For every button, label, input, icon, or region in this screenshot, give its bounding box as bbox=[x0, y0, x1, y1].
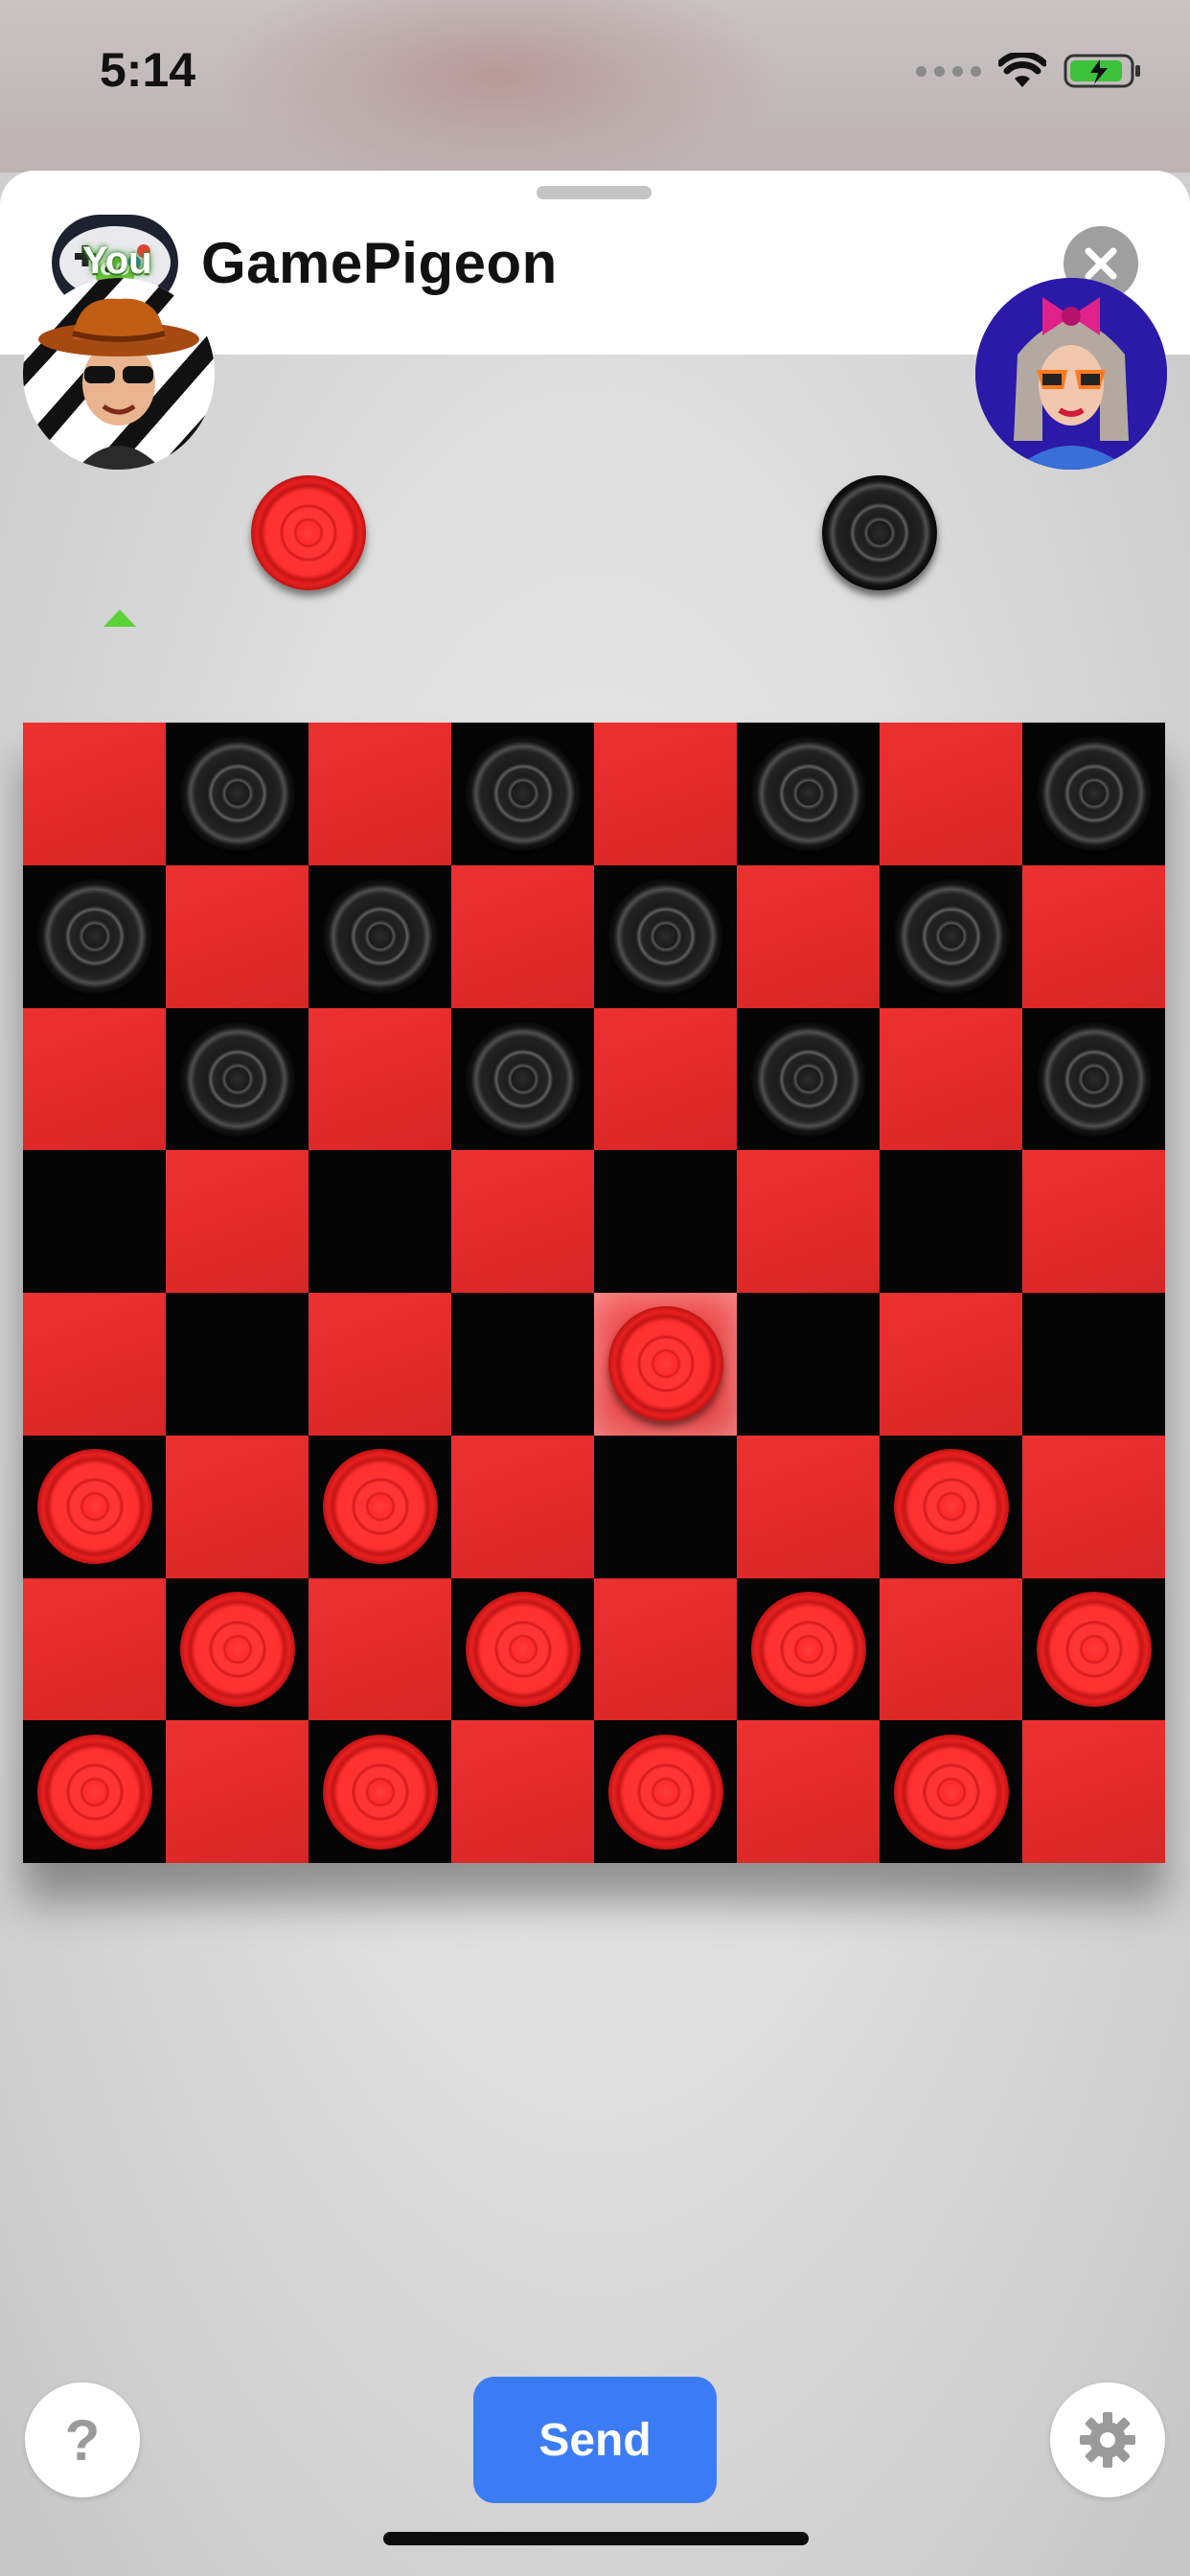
checkers-board[interactable] bbox=[23, 723, 1165, 1863]
settings-button[interactable] bbox=[1050, 2382, 1165, 2497]
send-button[interactable]: Send bbox=[473, 2377, 717, 2503]
board-square[interactable] bbox=[737, 1435, 880, 1578]
black-checker-piece bbox=[607, 879, 723, 995]
board-square[interactable] bbox=[23, 1577, 166, 1721]
board-square[interactable] bbox=[880, 1007, 1022, 1151]
board-square[interactable] bbox=[1022, 1720, 1165, 1863]
board-square[interactable] bbox=[594, 1435, 737, 1578]
board-square[interactable] bbox=[737, 1150, 880, 1293]
board-square[interactable] bbox=[594, 1150, 737, 1293]
red-checker-piece[interactable] bbox=[893, 1734, 1009, 1850]
battery-charging-icon bbox=[1064, 54, 1140, 88]
red-checker-piece[interactable] bbox=[893, 1449, 1009, 1565]
board-square[interactable] bbox=[880, 1150, 1022, 1293]
black-checker-piece bbox=[1036, 736, 1152, 852]
red-checker-piece[interactable] bbox=[607, 1306, 723, 1422]
board-square[interactable] bbox=[594, 723, 737, 865]
home-indicator[interactable] bbox=[383, 2532, 809, 2545]
board-square[interactable] bbox=[737, 864, 880, 1008]
board-square[interactable] bbox=[451, 1435, 594, 1578]
board-square[interactable] bbox=[166, 1293, 309, 1436]
sheet-grabber[interactable] bbox=[537, 186, 652, 199]
board-square[interactable] bbox=[451, 1293, 594, 1436]
black-checker-piece bbox=[465, 1021, 581, 1137]
board-square[interactable] bbox=[1022, 1150, 1165, 1293]
gear-icon bbox=[1080, 2412, 1135, 2468]
board-square[interactable] bbox=[451, 864, 594, 1008]
board-square[interactable] bbox=[737, 1720, 880, 1863]
board-square[interactable] bbox=[594, 1007, 737, 1151]
board-square[interactable] bbox=[166, 864, 309, 1008]
board-square[interactable] bbox=[23, 723, 166, 865]
my-piece-color-icon bbox=[251, 475, 366, 590]
player-avatar-opponent bbox=[975, 278, 1167, 470]
board-square[interactable] bbox=[594, 1577, 737, 1721]
board-square[interactable] bbox=[880, 1293, 1022, 1436]
black-checker-piece bbox=[179, 1021, 295, 1137]
turn-indicator-icon bbox=[103, 610, 136, 627]
black-checker-piece bbox=[750, 736, 866, 852]
black-checker-piece bbox=[36, 879, 152, 995]
black-checker-piece bbox=[465, 736, 581, 852]
wifi-icon bbox=[998, 53, 1046, 87]
you-label: You bbox=[82, 240, 152, 282]
board-square[interactable] bbox=[309, 1577, 451, 1721]
red-checker-piece[interactable] bbox=[750, 1591, 866, 1707]
board-square[interactable] bbox=[1022, 1435, 1165, 1578]
board-square[interactable] bbox=[309, 1007, 451, 1151]
board-square[interactable] bbox=[1022, 1293, 1165, 1436]
background-blur bbox=[211, 0, 786, 192]
cellular-signal-icon bbox=[916, 65, 981, 77]
red-checker-piece[interactable] bbox=[36, 1734, 152, 1850]
red-checker-piece[interactable] bbox=[322, 1734, 438, 1850]
red-checker-piece[interactable] bbox=[36, 1449, 152, 1565]
status-bar: 5:14 bbox=[0, 0, 1190, 192]
board-square[interactable] bbox=[309, 1150, 451, 1293]
board-square[interactable] bbox=[166, 1435, 309, 1578]
board-square[interactable] bbox=[166, 1720, 309, 1863]
black-checker-piece bbox=[179, 736, 295, 852]
board-square[interactable] bbox=[880, 723, 1022, 865]
red-checker-piece[interactable] bbox=[465, 1591, 581, 1707]
opponent-piece-color-icon bbox=[822, 475, 937, 590]
close-icon bbox=[1085, 247, 1117, 280]
app-title: GamePigeon bbox=[201, 231, 558, 295]
black-checker-piece bbox=[322, 879, 438, 995]
board-square[interactable] bbox=[451, 1150, 594, 1293]
board-square[interactable] bbox=[1022, 864, 1165, 1008]
board-square[interactable] bbox=[309, 723, 451, 865]
board-square[interactable] bbox=[166, 1150, 309, 1293]
status-icons bbox=[916, 52, 1144, 90]
black-checker-piece bbox=[1036, 1021, 1152, 1137]
help-button[interactable]: ? bbox=[25, 2382, 140, 2497]
player-avatar-me bbox=[23, 278, 215, 470]
red-checker-piece[interactable] bbox=[607, 1734, 723, 1850]
board-square[interactable] bbox=[737, 1293, 880, 1436]
board-square[interactable] bbox=[451, 1720, 594, 1863]
board-square[interactable] bbox=[23, 1150, 166, 1293]
board-square[interactable] bbox=[23, 1007, 166, 1151]
red-checker-piece[interactable] bbox=[322, 1449, 438, 1565]
clock: 5:14 bbox=[100, 43, 196, 97]
board-square[interactable] bbox=[23, 1293, 166, 1436]
board-square[interactable] bbox=[309, 1293, 451, 1436]
board-square[interactable] bbox=[880, 1577, 1022, 1721]
black-checker-piece bbox=[750, 1021, 866, 1137]
black-checker-piece bbox=[893, 879, 1009, 995]
red-checker-piece[interactable] bbox=[1036, 1591, 1152, 1707]
red-checker-piece[interactable] bbox=[179, 1591, 295, 1707]
